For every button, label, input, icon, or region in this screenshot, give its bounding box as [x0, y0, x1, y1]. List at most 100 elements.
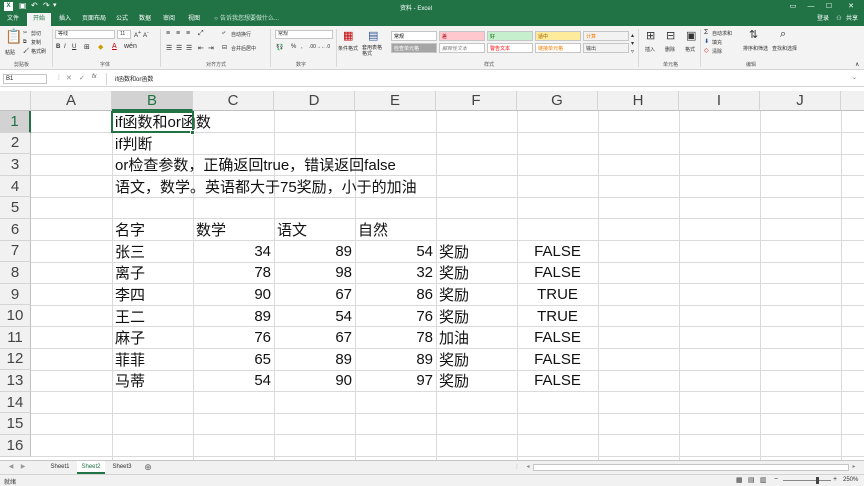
number-format-select[interactable]: 常规: [275, 30, 333, 39]
row-header-13[interactable]: 13: [0, 370, 31, 392]
cell-name[interactable]: 李四: [112, 284, 193, 306]
sort-filter-icon[interactable]: ⇅: [749, 28, 758, 41]
cell-chinese[interactable]: 89: [274, 241, 355, 263]
grow-font-icon[interactable]: A+: [134, 30, 141, 39]
share-button[interactable]: 共享: [843, 13, 861, 26]
style-bad[interactable]: 差: [439, 31, 485, 41]
enter-icon[interactable]: ✓: [79, 74, 85, 82]
align-center-icon[interactable]: ☰: [176, 44, 182, 52]
comma-style-icon[interactable]: ,: [301, 44, 303, 50]
tab-split-icon[interactable]: ⋮: [513, 461, 521, 474]
header-chinese[interactable]: 语文: [274, 219, 355, 241]
column-header-k-partial[interactable]: [841, 91, 864, 111]
conditional-format-icon[interactable]: ▦: [343, 29, 353, 42]
align-top-icon[interactable]: ≡: [166, 30, 170, 37]
cell-chinese[interactable]: 54: [274, 305, 355, 327]
row-header-15[interactable]: 15: [0, 413, 31, 435]
cell-check[interactable]: FALSE: [517, 262, 598, 284]
column-header-c[interactable]: C: [193, 91, 274, 111]
redo-icon[interactable]: ↷: [43, 1, 50, 10]
cut-icon[interactable]: ✂: [23, 30, 27, 36]
paste-button[interactable]: 粘贴: [5, 49, 15, 56]
cell-math[interactable]: 78: [193, 262, 274, 284]
autosum-icon[interactable]: Σ: [704, 29, 708, 36]
style-calculation[interactable]: 计算: [583, 31, 629, 41]
format-as-table-button[interactable]: 套用表格格式: [362, 45, 384, 57]
format-painter-button[interactable]: 格式刷: [31, 48, 46, 55]
name-box[interactable]: B1: [3, 74, 47, 84]
page-layout-view-icon[interactable]: ▤: [748, 476, 755, 484]
tab-view[interactable]: 视图: [183, 13, 205, 26]
sort-filter-button[interactable]: 排序和筛选: [743, 45, 768, 52]
fill-handle[interactable]: [190, 130, 195, 135]
cell-nature[interactable]: 86: [355, 284, 436, 306]
insert-function-icon[interactable]: fx: [92, 74, 97, 80]
scroll-left-icon[interactable]: ◂: [524, 461, 532, 474]
cell-check[interactable]: TRUE: [517, 284, 598, 306]
expand-formula-icon[interactable]: ⌄: [852, 74, 857, 81]
cell-check[interactable]: FALSE: [517, 349, 598, 371]
cell-nature[interactable]: 89: [355, 349, 436, 371]
cell-b2[interactable]: if判断: [112, 133, 156, 155]
style-neutral[interactable]: 适中: [535, 31, 581, 41]
increase-indent-icon[interactable]: ⇥: [208, 44, 214, 52]
insert-cells-button[interactable]: 插入: [645, 46, 655, 53]
style-warning[interactable]: 警告文本: [487, 43, 533, 53]
column-header-d[interactable]: D: [274, 91, 355, 111]
cell-name[interactable]: 麻子: [112, 327, 193, 349]
cell-chinese[interactable]: 67: [274, 327, 355, 349]
cell-math[interactable]: 65: [193, 349, 274, 371]
styles-scroll-down-icon[interactable]: ▾: [631, 40, 634, 47]
style-linked-cell[interactable]: 链接单元格: [535, 43, 581, 53]
collapse-ribbon-icon[interactable]: ∧: [855, 61, 859, 68]
align-right-icon[interactable]: ☰: [186, 44, 192, 52]
paste-icon[interactable]: 📋: [5, 28, 22, 45]
copy-icon[interactable]: ⧉: [23, 39, 27, 45]
cell-nature[interactable]: 78: [355, 327, 436, 349]
cell-math[interactable]: 76: [193, 327, 274, 349]
add-sheet-icon[interactable]: ⊕: [143, 461, 153, 474]
tab-insert[interactable]: 插入: [54, 13, 76, 26]
cell-check[interactable]: TRUE: [517, 305, 598, 327]
maximize-button[interactable]: ☐: [822, 0, 836, 13]
tab-home[interactable]: 开始: [27, 13, 51, 26]
cell-name[interactable]: 菲菲: [112, 349, 193, 371]
font-name-select[interactable]: 等线: [55, 30, 115, 39]
tab-review[interactable]: 审阅: [158, 13, 180, 26]
orientation-icon[interactable]: ⤢: [198, 30, 204, 38]
prev-sheet-icon[interactable]: ◀: [6, 461, 16, 474]
column-header-a[interactable]: A: [31, 91, 112, 111]
cell-check[interactable]: FALSE: [517, 327, 598, 349]
cell-check[interactable]: FALSE: [517, 370, 598, 392]
tab-formulas[interactable]: 公式: [112, 13, 132, 26]
cell-math[interactable]: 90: [193, 284, 274, 306]
row-header-5[interactable]: 5: [0, 197, 31, 219]
italic-button[interactable]: I: [64, 44, 66, 50]
cell-result[interactable]: 奖励: [436, 349, 517, 371]
wrap-text-icon[interactable]: ⤶: [222, 30, 225, 37]
cell-math[interactable]: 54: [193, 370, 274, 392]
zoom-slider-thumb[interactable]: [816, 477, 819, 484]
bold-button[interactable]: B: [56, 44, 60, 50]
column-header-g[interactable]: G: [517, 91, 598, 111]
row-header-4[interactable]: 4: [0, 175, 31, 198]
clear-button[interactable]: 清除: [712, 48, 722, 55]
cell-chinese[interactable]: 90: [274, 370, 355, 392]
phonetic-icon[interactable]: wén: [124, 43, 137, 50]
increase-decimal-icon[interactable]: .00→: [309, 44, 321, 50]
style-explanatory[interactable]: 解释性文本: [439, 43, 485, 53]
column-header-h[interactable]: H: [598, 91, 679, 111]
style-check-cell[interactable]: 检查单元格: [391, 43, 437, 53]
cell-result[interactable]: 奖励: [436, 370, 517, 392]
align-middle-icon[interactable]: ≡: [176, 30, 180, 37]
save-icon[interactable]: ▣: [19, 1, 27, 10]
fill-color-icon[interactable]: ◆: [98, 43, 103, 51]
font-size-select[interactable]: 11: [117, 30, 131, 39]
underline-button[interactable]: U: [72, 44, 76, 50]
align-left-icon[interactable]: ☰: [166, 44, 172, 52]
sheet-tab-1[interactable]: Sheet1: [46, 461, 74, 474]
cell-math[interactable]: 34: [193, 241, 274, 263]
cell-result[interactable]: 奖励: [436, 262, 517, 284]
cell-chinese[interactable]: 98: [274, 262, 355, 284]
cell-result[interactable]: 加油: [436, 327, 517, 349]
